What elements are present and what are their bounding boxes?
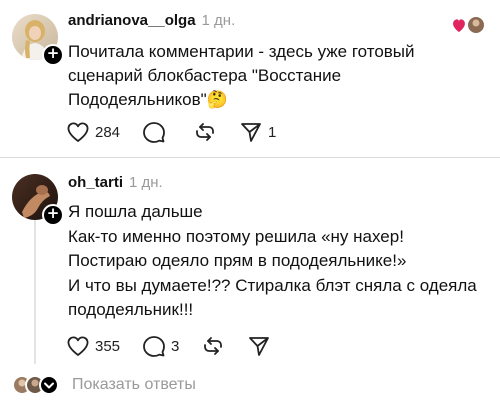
send-paper-plane-icon [241, 123, 261, 142]
comment-line: сценарий блокбастера "Восстание [68, 66, 342, 85]
share-button[interactable] [247, 335, 276, 357]
heart-outline-icon [67, 122, 89, 142]
comment-bubble-icon [143, 122, 165, 143]
comment-button[interactable] [142, 121, 171, 143]
like-button[interactable]: 355 [66, 335, 120, 357]
like-count: 284 [95, 123, 121, 141]
post-divider [0, 157, 500, 158]
comment-post: + oh_tarti 1 дн. Я пошла дальше Как-то и… [0, 160, 500, 370]
comment-text: Я пошла дальше Как-то именно поэтому реш… [68, 200, 477, 323]
heart-outline-icon [67, 336, 89, 356]
follow-plus-icon[interactable]: + [42, 204, 64, 226]
comment-bubble-icon [143, 336, 165, 357]
share-count: 1 [268, 123, 277, 141]
repost-arrows-icon [196, 123, 214, 141]
thread-line [34, 218, 36, 364]
comment-text: Почитала комментарии - здесь уже готовый… [68, 40, 415, 112]
comment-count: 3 [171, 337, 180, 355]
comment-line: Постираю одеяло прям в пододеяльнике!» [68, 251, 407, 270]
share-button[interactable]: 1 [239, 121, 276, 143]
heart-icon [453, 19, 465, 32]
comment-line: Почитала комментарии - здесь уже готовый [68, 42, 415, 61]
comment-line: Пододеяльников"🤔 [68, 90, 228, 109]
show-replies-link[interactable]: Показать ответы [72, 376, 196, 394]
username[interactable]: andrianova__olga [68, 12, 196, 29]
repost-button[interactable] [193, 121, 217, 143]
comment-line: пододеяльник!!! [68, 300, 194, 319]
follow-plus-icon[interactable]: + [42, 44, 64, 66]
action-bar: 284 1 [66, 120, 298, 144]
comment-post: + andrianova__olga 1 дн. Почитала коммен… [0, 0, 500, 158]
avatar[interactable]: + [12, 174, 64, 226]
reply-avatars [12, 374, 60, 396]
show-replies-row[interactable]: Показать ответы [0, 370, 500, 400]
like-button[interactable]: 284 [66, 121, 120, 143]
avatar[interactable]: + [12, 14, 64, 66]
comment-line: Как-то именно поэтому решила «ну нахер! [68, 226, 404, 246]
comment-button[interactable]: 3 [142, 335, 179, 357]
repost-button[interactable] [201, 335, 225, 357]
username[interactable]: oh_tarti [68, 174, 123, 191]
comment-line: И что вы думаете!?? Стиралка блэт сняла … [68, 275, 477, 295]
like-count: 355 [95, 337, 121, 355]
comment-line: Я пошла дальше [68, 202, 203, 221]
timestamp: 1 дн. [201, 12, 236, 29]
repost-arrows-icon [204, 337, 223, 355]
action-bar: 355 3 [66, 334, 298, 358]
timestamp: 1 дн. [129, 174, 163, 191]
comment-header: oh_tarti 1 дн. [68, 174, 163, 194]
send-paper-plane-icon [249, 337, 270, 356]
comment-header: andrianova__olga 1 дн. [68, 12, 235, 32]
reaction-avatars[interactable] [450, 14, 486, 36]
